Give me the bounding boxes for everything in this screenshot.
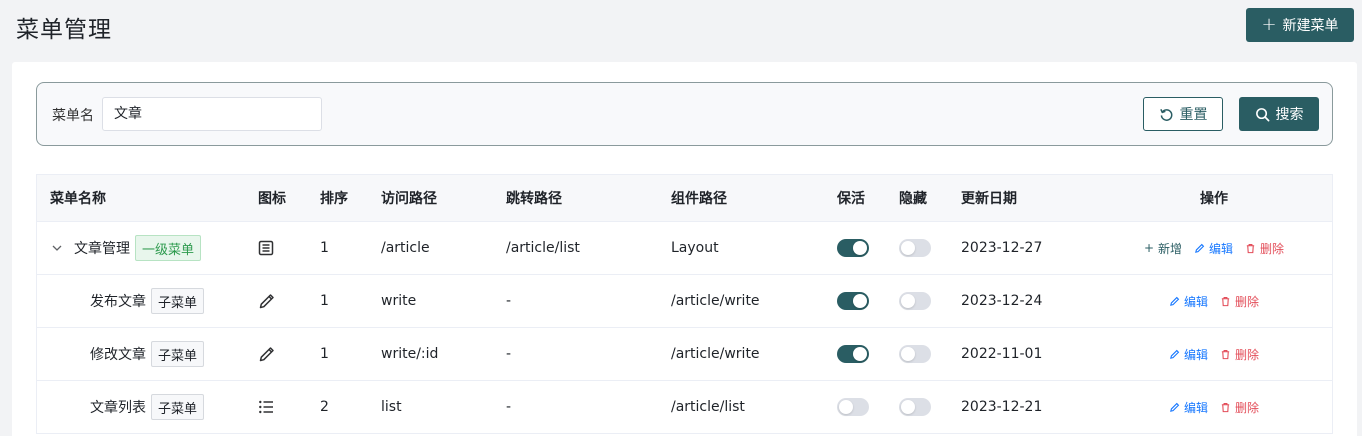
keep-alive-toggle[interactable] <box>837 292 869 310</box>
trash-icon <box>1245 243 1256 254</box>
column-header: 操作 <box>1200 191 1228 207</box>
new-menu-label: 新建菜单 <box>1282 18 1339 34</box>
delete-button[interactable]: 删除 <box>1245 240 1284 257</box>
edit-button[interactable]: 编辑 <box>1169 346 1208 363</box>
level-tag: 子菜单 <box>151 341 205 367</box>
list-icon <box>258 399 274 415</box>
column-header[interactable]: 隐藏 <box>899 175 949 221</box>
component-path: /article/write <box>671 346 760 362</box>
content-card: 菜单名 文章 重置 搜索 菜单名称 图标 排序 访问路径 跳转路径 组件路径 保… <box>12 62 1357 436</box>
update-date: 2023-12-21 <box>961 399 1043 415</box>
delete-button[interactable]: 删除 <box>1220 346 1259 363</box>
column-header[interactable]: 排序 <box>320 175 370 221</box>
redirect-path: - <box>506 346 512 362</box>
menu-table: 菜单名称 图标 排序 访问路径 跳转路径 组件路径 保活 隐藏 更新日期 操作 … <box>36 174 1333 434</box>
table-row[interactable]: 修改文章 子菜单 1 write/:id - /article/write 20… <box>37 328 1332 381</box>
access-path: write/:id <box>381 346 439 362</box>
menu-name-input[interactable]: 文章 <box>102 97 322 131</box>
level-tag: 子菜单 <box>151 394 205 420</box>
pencil-icon <box>258 345 276 363</box>
new-menu-button[interactable]: + 新建菜单 <box>1246 8 1354 42</box>
hidden-toggle[interactable] <box>899 345 931 363</box>
page-title: 菜单管理 <box>16 17 112 43</box>
access-path: list <box>381 399 402 415</box>
search-label: 菜单名 <box>52 108 94 124</box>
hidden-toggle[interactable] <box>899 292 931 310</box>
keep-alive-toggle[interactable] <box>837 345 869 363</box>
sort-value: 1 <box>320 346 329 362</box>
table-row[interactable]: 文章列表 子菜单 2 list - /article/list 2023-12-… <box>37 381 1332 434</box>
menu-name: 文章列表 <box>90 400 146 416</box>
table-row[interactable]: 发布文章 子菜单 1 write - /article/write 2023-1… <box>37 275 1332 328</box>
sort-value: 2 <box>320 399 329 415</box>
refresh-icon <box>1159 107 1174 122</box>
document-icon <box>258 240 274 256</box>
search-bar: 菜单名 文章 重置 搜索 <box>36 82 1333 146</box>
add-button[interactable]: + 新增 <box>1144 240 1182 257</box>
update-date: 2023-12-27 <box>961 240 1043 256</box>
redirect-path: - <box>506 293 512 309</box>
level-tag: 子菜单 <box>151 288 205 314</box>
redirect-path: /article/list <box>506 240 580 256</box>
component-path: Layout <box>671 240 719 256</box>
search-icon <box>1255 107 1270 122</box>
pencil-icon <box>258 292 276 310</box>
search-label-text: 搜索 <box>1275 107 1304 123</box>
keep-alive-toggle[interactable] <box>837 239 869 257</box>
reset-label: 重置 <box>1179 107 1208 123</box>
delete-button[interactable]: 删除 <box>1220 293 1259 310</box>
plus-icon: + <box>1143 241 1154 255</box>
trash-icon <box>1220 349 1231 360</box>
table-header: 菜单名称 图标 排序 访问路径 跳转路径 组件路径 保活 隐藏 更新日期 操作 <box>37 175 1332 222</box>
menu-name: 文章管理 <box>74 241 130 257</box>
column-header[interactable]: 图标 <box>258 175 308 221</box>
hidden-toggle[interactable] <box>899 398 931 416</box>
sort-value: 1 <box>320 240 329 256</box>
plus-icon: + <box>1261 14 1277 35</box>
delete-button[interactable]: 删除 <box>1220 399 1259 416</box>
search-button[interactable]: 搜索 <box>1239 97 1319 131</box>
update-date: 2023-12-24 <box>961 293 1043 309</box>
trash-icon <box>1220 402 1231 413</box>
component-path: /article/list <box>671 399 745 415</box>
menu-name: 修改文章 <box>90 347 146 363</box>
edit-button[interactable]: 编辑 <box>1194 240 1233 257</box>
column-header[interactable]: 访问路径 <box>381 175 491 221</box>
keep-alive-toggle[interactable] <box>837 398 869 416</box>
sort-value: 1 <box>320 293 329 309</box>
component-path: /article/write <box>671 293 760 309</box>
menu-name: 发布文章 <box>90 294 146 310</box>
column-header[interactable]: 组件路径 <box>671 175 821 221</box>
access-path: /article <box>381 240 430 256</box>
level-tag: 一级菜单 <box>135 235 202 261</box>
column-header[interactable]: 保活 <box>837 175 887 221</box>
hidden-toggle[interactable] <box>899 239 931 257</box>
table-row[interactable]: 文章管理 一级菜单 1 /article /article/list Layou… <box>37 222 1332 275</box>
pencil-icon <box>1169 402 1180 413</box>
pencil-icon <box>1169 296 1180 307</box>
access-path: write <box>381 293 417 309</box>
reset-button[interactable]: 重置 <box>1143 97 1223 131</box>
chevron-down-icon[interactable] <box>50 243 64 253</box>
trash-icon <box>1220 296 1231 307</box>
pencil-icon <box>1169 349 1180 360</box>
pencil-icon <box>1194 243 1205 254</box>
edit-button[interactable]: 编辑 <box>1169 399 1208 416</box>
redirect-path: - <box>506 399 512 415</box>
column-header[interactable]: 菜单名称 <box>50 175 250 221</box>
update-date: 2022-11-01 <box>961 346 1043 362</box>
column-header[interactable]: 更新日期 <box>961 175 1071 221</box>
edit-button[interactable]: 编辑 <box>1169 293 1208 310</box>
column-header[interactable]: 跳转路径 <box>506 175 656 221</box>
